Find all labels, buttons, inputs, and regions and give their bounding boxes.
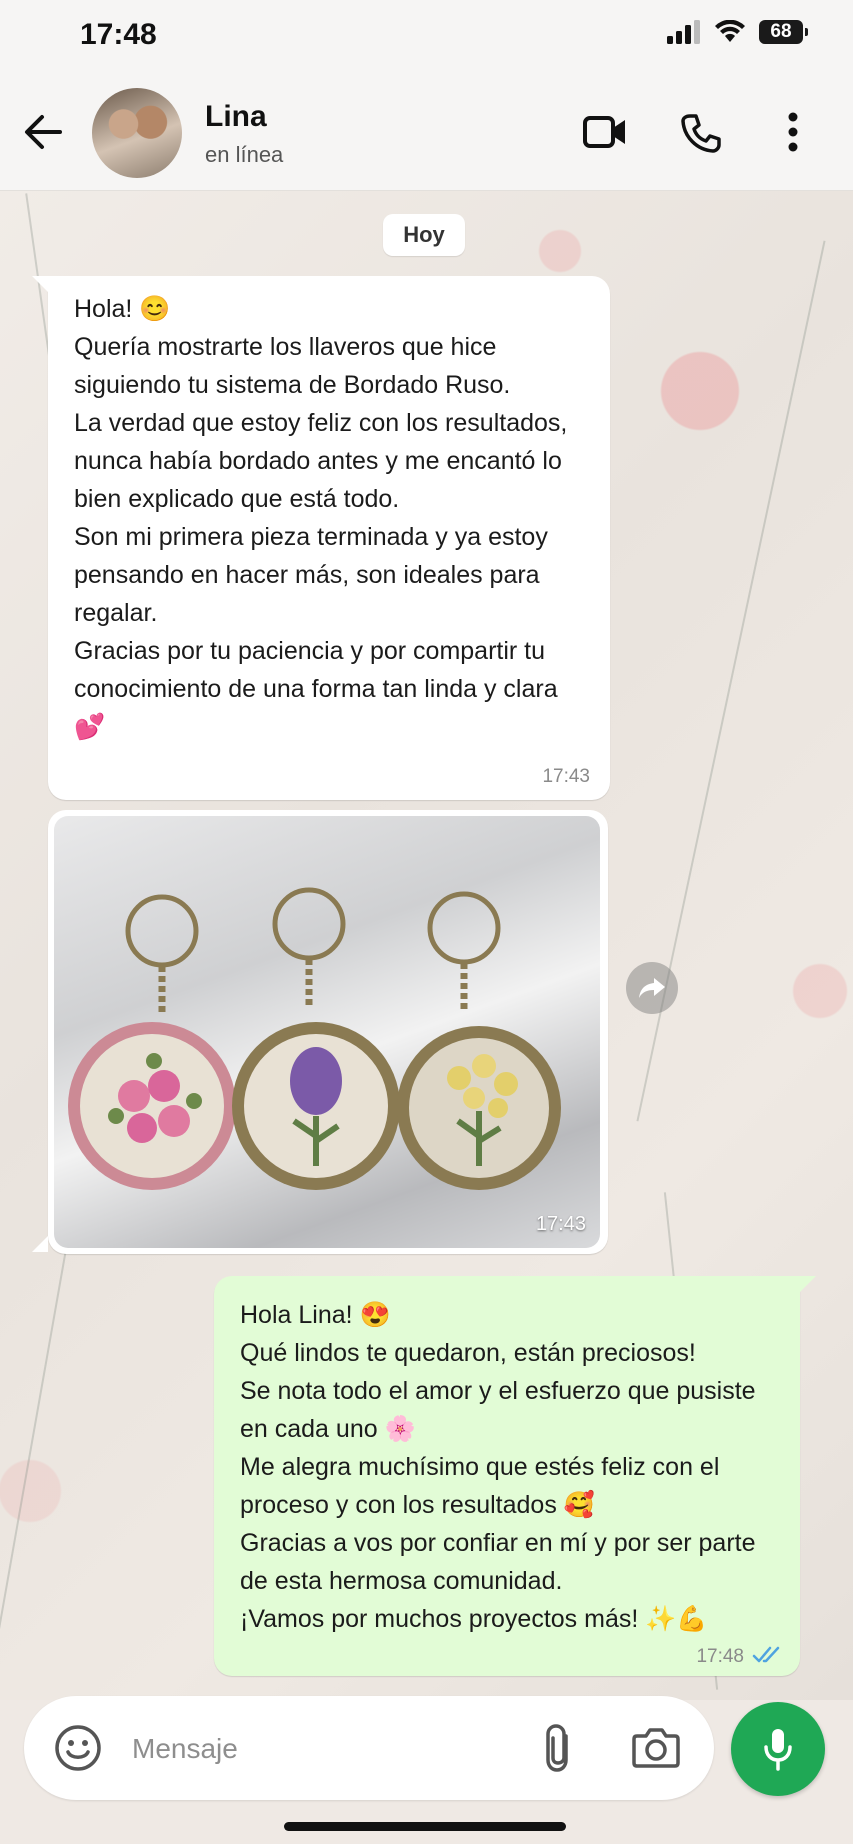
wifi-icon xyxy=(715,20,745,42)
emoji-icon[interactable] xyxy=(54,1724,102,1772)
contact-status: en línea xyxy=(205,142,284,167)
message-time: 17:48 xyxy=(696,1646,744,1667)
status-bar: 17:48 68 xyxy=(0,0,853,70)
signal-icon xyxy=(667,20,700,44)
chat-header: Lina en línea xyxy=(0,70,853,191)
forward-icon xyxy=(639,978,665,998)
status-icons: 68 xyxy=(667,20,808,44)
phone-icon[interactable] xyxy=(680,112,722,154)
attach-icon[interactable] xyxy=(544,1722,574,1774)
keychains-photo[interactable]: 17:43 xyxy=(54,816,600,1248)
day-separator: Hoy xyxy=(383,214,465,256)
embroidered-keychains-image xyxy=(68,887,561,1190)
contact-name[interactable]: Lina xyxy=(205,100,267,134)
message-text: Hola Lina! 😍 Qué lindos te quedaron, est… xyxy=(240,1301,756,1633)
incoming-message-bubble[interactable]: Hola! 😊 Quería mostrarte los llaveros qu… xyxy=(32,276,610,800)
read-receipt-icon xyxy=(752,1646,780,1663)
camera-icon[interactable] xyxy=(632,1726,680,1768)
incoming-image-bubble[interactable]: 17:43 xyxy=(32,810,608,1254)
avatar[interactable] xyxy=(92,88,182,178)
microphone-icon xyxy=(764,1729,792,1771)
message-composer xyxy=(24,1696,714,1800)
forward-button[interactable] xyxy=(626,962,678,1014)
image-time: 17:43 xyxy=(535,1213,586,1235)
message-input[interactable] xyxy=(130,1726,434,1772)
message-text: Hola! 😊 Quería mostrarte los llaveros qu… xyxy=(74,295,568,741)
status-time: 17:48 xyxy=(80,18,157,51)
video-call-icon[interactable] xyxy=(582,112,628,152)
voice-message-button[interactable] xyxy=(731,1702,825,1796)
battery-icon: 68 xyxy=(759,20,808,44)
more-options-icon[interactable] xyxy=(786,112,800,152)
home-indicator xyxy=(284,1822,566,1831)
message-time: 17:43 xyxy=(542,766,590,787)
outgoing-message-bubble[interactable]: Hola Lina! 😍 Qué lindos te quedaron, est… xyxy=(214,1276,816,1676)
back-arrow-icon[interactable] xyxy=(22,112,64,152)
